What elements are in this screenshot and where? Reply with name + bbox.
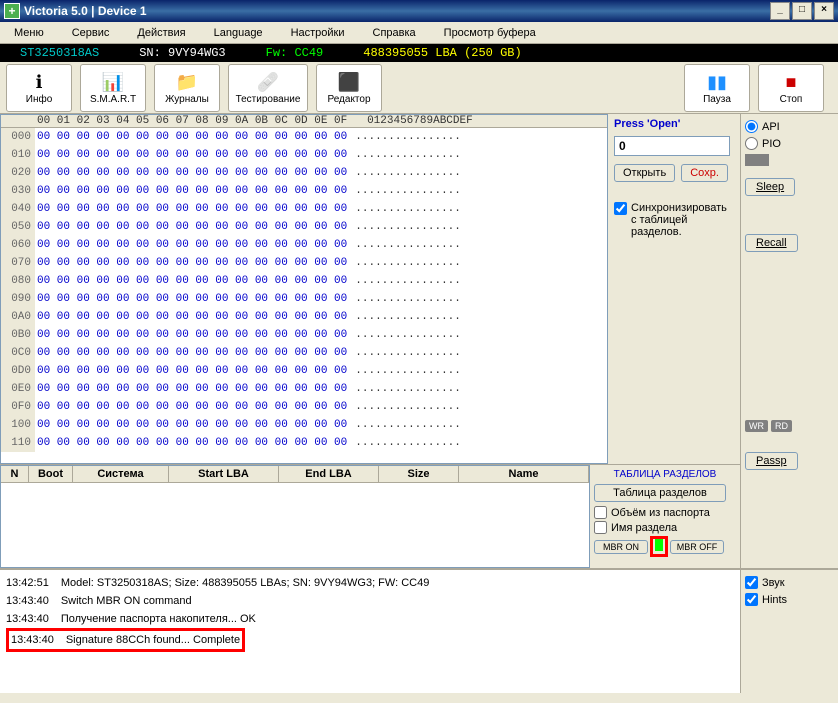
menu-item[interactable]: Меню bbox=[0, 24, 58, 42]
journals-icon: 📁 bbox=[175, 70, 199, 94]
device-info-bar: ST3250318AS SN: 9VY94WG3 Fw: CC49 488395… bbox=[0, 44, 838, 62]
stop-button[interactable]: ■Стоп bbox=[758, 64, 824, 112]
hex-line: 0D000 00 00 00 00 00 00 00 00 00 00 00 0… bbox=[1, 362, 607, 380]
hex-viewer: 00 01 02 03 04 05 06 07 08 09 0A 0B 0C 0… bbox=[0, 114, 608, 464]
wr-rd-indicator: WR RD bbox=[745, 420, 834, 432]
partname-checkbox[interactable] bbox=[594, 521, 607, 534]
right-sidebar: API PIO Sleep Recall WR RD Passp bbox=[740, 114, 838, 568]
maximize-button[interactable]: □ bbox=[792, 2, 812, 20]
open-prompt: Press 'Open' bbox=[614, 118, 734, 130]
hints-checkbox[interactable] bbox=[745, 593, 758, 606]
log-line: 13:43:40Switch MBR ON command bbox=[6, 592, 734, 610]
menu-item[interactable]: Справка bbox=[359, 24, 430, 42]
hex-line: 00000 00 00 00 00 00 00 00 00 00 00 00 0… bbox=[1, 128, 607, 146]
hex-line: 10000 00 00 00 00 00 00 00 00 00 00 00 0… bbox=[1, 416, 607, 434]
status-box bbox=[745, 154, 769, 166]
app-icon: + bbox=[4, 3, 20, 19]
hex-line: 0E000 00 00 00 00 00 00 00 00 00 00 00 0… bbox=[1, 380, 607, 398]
api-radio[interactable] bbox=[745, 120, 758, 133]
mbr-on-button[interactable]: MBR ON bbox=[594, 540, 648, 554]
journals-button[interactable]: 📁Журналы bbox=[154, 64, 220, 112]
mbr-led-icon bbox=[655, 539, 663, 551]
editor-button[interactable]: ⬛Редактор bbox=[316, 64, 382, 112]
sync-checkbox[interactable] bbox=[614, 202, 627, 215]
partition-controls: ТАБЛИЦА РАЗДЕЛОВ Таблица разделов Объём … bbox=[590, 465, 740, 568]
minimize-button[interactable]: _ bbox=[770, 2, 790, 20]
open-panel: Press 'Open' Открыть Coxp. Синхронизиров… bbox=[608, 114, 740, 464]
device-model: ST3250318AS bbox=[0, 46, 119, 60]
sleep-button[interactable]: Sleep bbox=[745, 178, 795, 196]
sync-label: Синхронизировать с таблицей разделов. bbox=[631, 202, 734, 238]
hex-line: 0C000 00 00 00 00 00 00 00 00 00 00 00 0… bbox=[1, 344, 607, 362]
device-fw: Fw: CC49 bbox=[246, 46, 344, 60]
hex-line: 03000 00 00 00 00 00 00 00 00 00 00 00 0… bbox=[1, 182, 607, 200]
window-title: Victoria 5.0 | Device 1 bbox=[24, 4, 770, 18]
sound-checkbox[interactable] bbox=[745, 576, 758, 589]
pause-icon: ▮▮ bbox=[705, 70, 729, 94]
toolbar: ℹИнфо 📊S.M.A.R.T 📁Журналы 🩹Тестирование … bbox=[0, 62, 838, 114]
lba-input[interactable] bbox=[614, 136, 730, 156]
log-line: 13:43:40Получение паспорта накопителя...… bbox=[6, 610, 734, 628]
hex-line: 0A000 00 00 00 00 00 00 00 00 00 00 00 0… bbox=[1, 308, 607, 326]
partition-table-button[interactable]: Таблица разделов bbox=[594, 484, 726, 502]
hex-line: 01000 00 00 00 00 00 00 00 00 00 00 00 0… bbox=[1, 146, 607, 164]
save-button[interactable]: Coxp. bbox=[681, 164, 728, 182]
hex-line: 0F000 00 00 00 00 00 00 00 00 00 00 00 0… bbox=[1, 398, 607, 416]
info-button[interactable]: ℹИнфо bbox=[6, 64, 72, 112]
pio-radio[interactable] bbox=[745, 137, 758, 150]
open-button[interactable]: Открыть bbox=[614, 164, 675, 182]
test-button[interactable]: 🩹Тестирование bbox=[228, 64, 308, 112]
menu-item[interactable]: Настройки bbox=[277, 24, 359, 42]
device-sn: SN: 9VY94WG3 bbox=[119, 46, 245, 60]
log-line: 13:42:51Model: ST3250318AS; Size: 488395… bbox=[6, 574, 734, 592]
log-area: 13:42:51Model: ST3250318AS; Size: 488395… bbox=[0, 568, 838, 693]
rd-chip: RD bbox=[771, 420, 792, 432]
hex-line: 05000 00 00 00 00 00 00 00 00 00 00 00 0… bbox=[1, 218, 607, 236]
menubar: Меню Сервис Действия Language Настройки … bbox=[0, 22, 838, 44]
menu-item[interactable]: Действия bbox=[123, 24, 199, 42]
smart-button[interactable]: 📊S.M.A.R.T bbox=[80, 64, 146, 112]
wr-chip: WR bbox=[745, 420, 768, 432]
hex-line: 0B000 00 00 00 00 00 00 00 00 00 00 00 0… bbox=[1, 326, 607, 344]
smart-icon: 📊 bbox=[101, 70, 125, 94]
hex-line: 02000 00 00 00 00 00 00 00 00 00 00 00 0… bbox=[1, 164, 607, 182]
hex-line: 04000 00 00 00 00 00 00 00 00 00 00 00 0… bbox=[1, 200, 607, 218]
hex-line: 06000 00 00 00 00 00 00 00 00 00 00 00 0… bbox=[1, 236, 607, 254]
editor-icon: ⬛ bbox=[337, 70, 361, 94]
log-highlight: 13:43:40Signature 88CCh found... Complet… bbox=[6, 628, 245, 652]
mbr-led-highlight bbox=[650, 536, 668, 557]
hex-line: 09000 00 00 00 00 00 00 00 00 00 00 00 0… bbox=[1, 290, 607, 308]
recall-button[interactable]: Recall bbox=[745, 234, 798, 252]
menu-item[interactable]: Language bbox=[200, 24, 277, 42]
hex-line: 11000 00 00 00 00 00 00 00 00 00 00 00 0… bbox=[1, 434, 607, 452]
partition-table: N Boot Система Start LBA End LBA Size Na… bbox=[0, 465, 590, 568]
info-icon: ℹ bbox=[27, 70, 51, 94]
pause-button[interactable]: ▮▮Пауза bbox=[684, 64, 750, 112]
device-lba: 488395055 LBA (250 GB) bbox=[343, 46, 541, 60]
titlebar: + Victoria 5.0 | Device 1 _ □ × bbox=[0, 0, 838, 22]
mbr-off-button[interactable]: MBR OFF bbox=[670, 540, 724, 554]
partition-title: ТАБЛИЦА РАЗДЕЛОВ bbox=[594, 469, 736, 480]
test-icon: 🩹 bbox=[256, 70, 280, 94]
menu-item[interactable]: Сервис bbox=[58, 24, 124, 42]
stop-icon: ■ bbox=[779, 70, 803, 94]
volume-checkbox[interactable] bbox=[594, 506, 607, 519]
passp-button[interactable]: Passp bbox=[745, 452, 798, 470]
close-button[interactable]: × bbox=[814, 2, 834, 20]
menu-item[interactable]: Просмотр буфера bbox=[430, 24, 550, 42]
hex-line: 08000 00 00 00 00 00 00 00 00 00 00 00 0… bbox=[1, 272, 607, 290]
hex-line: 07000 00 00 00 00 00 00 00 00 00 00 00 0… bbox=[1, 254, 607, 272]
